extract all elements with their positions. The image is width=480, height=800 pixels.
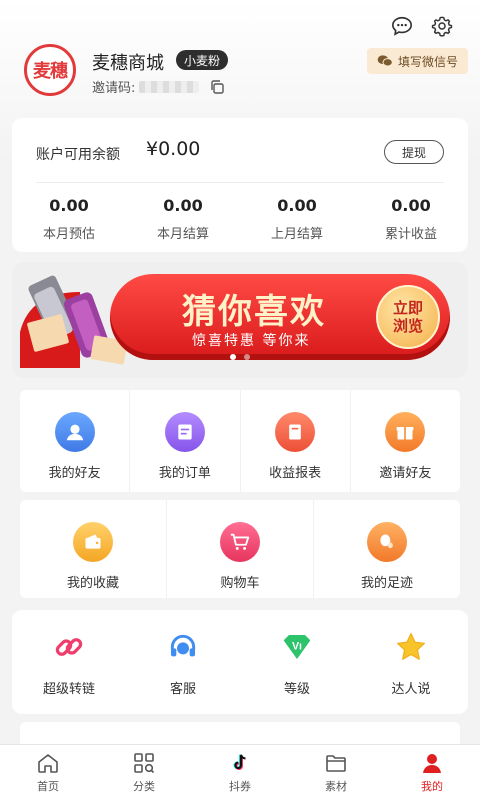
carousel-dots [230,354,250,360]
banner-subtitle: 惊喜特惠 等你来 [192,333,311,349]
wechat-button-label: 填写微信号 [397,54,458,69]
stat-label: 本月结算 [156,227,209,242]
tool-label: 达人说 [391,682,431,697]
logo-text: 麦穗 [33,61,68,82]
tool-label: 客服 [169,682,196,697]
grid-item-label: 我的订单 [158,466,211,481]
link-icon [52,630,86,664]
copy-icon[interactable] [209,79,225,95]
footprint-icon [367,522,407,562]
stat-item[interactable]: 0.00 本月预估 [12,196,126,242]
nav-item-douyin-coupon[interactable]: 抖券 [192,745,288,800]
nav-label: 我的 [421,780,443,793]
tool-item-super-link[interactable]: 超级转链 [12,610,126,714]
stat-value: 0.00 [49,196,89,215]
grid-item-invite-friends[interactable]: 邀请好友 [351,390,460,492]
tiktok-icon [228,751,252,775]
carousel-dot[interactable] [244,354,250,360]
home-icon [36,751,60,775]
bottom-navigation: 首页 分类 抖券 素材 我的 [0,744,480,800]
nav-item-mine[interactable]: 我的 [384,745,480,800]
earnings-stats: 0.00 本月预估 0.00 本月结算 0.00 上月结算 0.00 累计收益 [12,196,468,242]
banner-title: 猜你喜欢 [182,292,326,332]
invite-code-label: 邀请码: [92,81,136,96]
svg-text:Vı: Vı [292,641,302,653]
stat-label: 上月结算 [270,227,323,242]
category-icon [132,751,156,775]
nav-item-materials[interactable]: 素材 [288,745,384,800]
carousel-dot-active[interactable] [230,354,236,360]
grid-item-my-friends[interactable]: 我的好友 [20,390,131,492]
wechat-icon [377,55,393,67]
order-icon [164,412,205,452]
shop-name: 麦穗商城 [92,53,164,74]
invite-code-row: 邀请码: [92,77,225,96]
report-icon [275,412,316,452]
invite-code-masked [139,80,200,93]
stat-value: 0.00 [277,196,317,215]
stat-item[interactable]: 0.00 累计收益 [354,196,468,242]
wallet-icon [73,522,113,562]
grid-item-earnings-report[interactable]: 收益报表 [241,390,351,492]
settings-gear-icon[interactable] [430,14,454,38]
tools-card: 超级转链 客服 Vı 等级 达人说 [12,610,468,714]
header-actions [390,14,454,38]
user-level-badge: 小麦粉 [176,50,229,70]
nav-label: 分类 [133,780,155,793]
nav-item-category[interactable]: 分类 [96,745,192,800]
balance-label: 账户可用余额 [36,147,120,163]
stat-value: 0.00 [391,196,431,215]
stat-item[interactable]: 0.00 上月结算 [240,196,354,242]
nav-label: 素材 [325,780,347,793]
function-grid-secondary: 我的收藏 购物车 我的足迹 [20,500,460,598]
balance-card: 账户可用余额 ¥0.00 提现 0.00 本月预估 0.00 本月结算 0.00… [12,118,468,252]
tool-item-level[interactable]: Vı 等级 [240,610,354,714]
banner-pill: 猜你喜欢 惊喜特惠 等你来 立即 浏览 [110,274,450,360]
tool-item-expert-talk[interactable]: 达人说 [354,610,468,714]
cart-icon [220,522,260,562]
withdraw-button[interactable]: 提现 [384,140,444,164]
nav-label: 抖券 [229,780,251,793]
grid-item-my-orders[interactable]: 我的订单 [130,390,241,492]
headset-icon [166,630,200,664]
shop-logo: 麦穗 [24,44,76,96]
vip-icon: Vı [280,630,314,664]
grid-item-label: 我的足迹 [360,576,413,591]
fill-wechat-button[interactable]: 填写微信号 [366,48,468,74]
stat-item[interactable]: 0.00 本月结算 [126,196,240,242]
grid-item-shopping-cart[interactable]: 购物车 [167,500,314,598]
gift-icon [385,412,426,452]
grid-item-label: 我的收藏 [66,576,119,591]
stat-label: 本月预估 [42,227,95,242]
profile-icon [420,751,444,775]
browse-now-button[interactable]: 立即 浏览 [376,285,440,349]
tool-item-customer-service[interactable]: 客服 [126,610,240,714]
divider [36,182,444,183]
grid-item-my-footprints[interactable]: 我的足迹 [314,500,460,598]
nav-label: 首页 [37,780,59,793]
tool-label: 超级转链 [42,682,95,697]
grid-item-label: 邀请好友 [379,466,432,481]
message-icon[interactable] [390,14,414,38]
stat-label: 累计收益 [384,227,437,242]
grid-item-label: 购物车 [220,576,260,591]
grid-item-label: 收益报表 [269,466,322,481]
grid-item-my-favorites[interactable]: 我的收藏 [20,500,167,598]
stat-value: 0.00 [163,196,203,215]
grid-item-label: 我的好友 [48,466,101,481]
folder-icon [324,751,348,775]
promo-banner[interactable]: 猜你喜欢 惊喜特惠 等你来 立即 浏览 [12,262,468,378]
function-grid-primary: 我的好友 我的订单 收益报表 邀请好友 [20,390,460,492]
tool-label: 等级 [283,682,310,697]
friends-icon [54,412,95,452]
nav-item-home[interactable]: 首页 [0,745,96,800]
star-icon [394,630,428,664]
balance-amount: ¥0.00 [146,138,201,160]
